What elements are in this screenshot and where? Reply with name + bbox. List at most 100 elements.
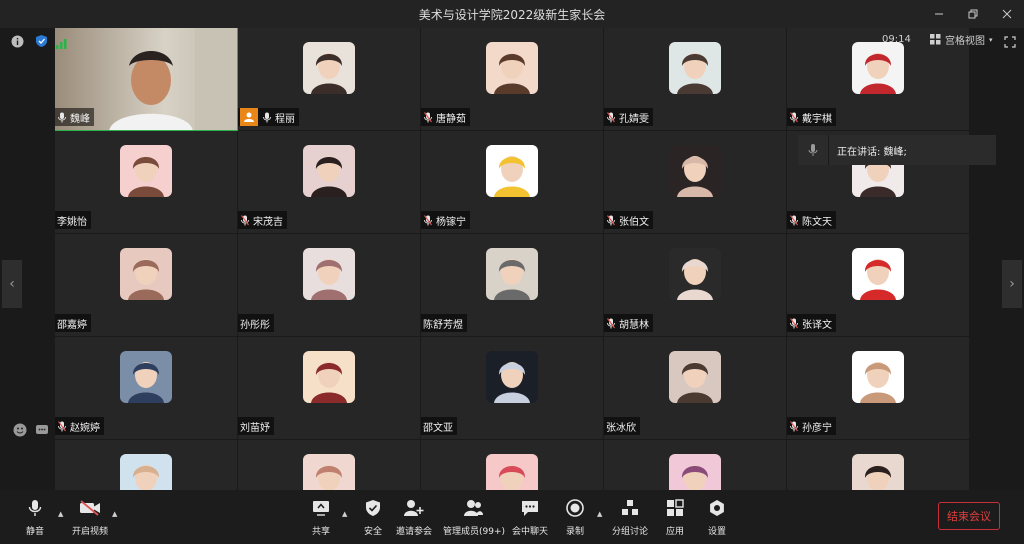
participant-name: 刘苗妤 (240, 422, 270, 434)
security-button[interactable]: 安全 (362, 498, 384, 537)
shield-icon[interactable] (34, 34, 48, 48)
participant-tile[interactable]: 赵婉婷 (55, 337, 238, 440)
title-bar: 美术与设计学院2022级新生家长会 (0, 0, 1024, 28)
participant-tile[interactable]: 唐静茹 (421, 28, 604, 131)
audio-options-caret[interactable]: ▲ (58, 510, 63, 518)
next-page-button[interactable]: › (1002, 260, 1022, 308)
mic-muted-icon (606, 317, 616, 329)
participant-name: 宋茂吉 (253, 216, 283, 228)
chat-button[interactable]: 会中聊天 (512, 498, 548, 537)
minimize-button[interactable] (922, 0, 956, 28)
participant-tile[interactable]: 刘苗妤 (238, 337, 421, 440)
breakout-label: 分组讨论 (612, 527, 649, 537)
participant-name-tag: 戴宇棋 (787, 108, 836, 126)
participant-avatar (669, 351, 721, 403)
start-video-button[interactable]: 开启视频 (72, 498, 108, 537)
participant-tile[interactable]: 张译文 (787, 234, 970, 337)
mute-button[interactable]: 静音 (24, 498, 46, 537)
share-options-caret[interactable]: ▲ (342, 510, 347, 518)
participant-tile[interactable]: 孔婧雯 (604, 28, 787, 131)
meeting-info-icons (10, 34, 48, 48)
video-label: 开启视频 (72, 527, 109, 537)
participant-tile[interactable] (421, 440, 604, 490)
participant-tile[interactable]: 程丽 (238, 28, 421, 131)
microphone-icon (24, 498, 46, 518)
participant-name-tag: 孔婧雯 (604, 108, 653, 126)
shield-icon (362, 498, 384, 518)
meeting-toolbar: 静音 ▲ 开启视频 ▲ 共享 ▲ 安全 邀请参会 管理成员(99+) 会中聊天 … (0, 490, 1024, 544)
microphone-icon (262, 111, 272, 123)
participant-tile[interactable]: 邵文亚 (421, 337, 604, 440)
mic-muted-icon (789, 420, 799, 432)
mic-muted-icon (789, 214, 799, 226)
participant-avatar (852, 248, 904, 300)
record-button[interactable]: 录制 (564, 498, 586, 537)
participant-tile[interactable]: 李姚怡 (55, 131, 238, 234)
restore-button[interactable] (956, 0, 990, 28)
settings-button[interactable]: 设置 (706, 498, 728, 537)
participant-tile[interactable]: 邵嘉婷 (55, 234, 238, 337)
participant-name: 邵文亚 (423, 422, 453, 434)
participant-name: 孙彤彤 (240, 319, 270, 331)
participant-name: 张伯文 (619, 216, 649, 228)
previous-page-button[interactable]: ‹ (2, 260, 22, 308)
gear-icon (706, 498, 728, 518)
settings-label: 设置 (707, 527, 726, 537)
participant-tile[interactable]: 杨镓宁 (421, 131, 604, 234)
participant-tile[interactable]: 孙彦宁 (787, 337, 970, 440)
participant-tile[interactable]: 张冰欣 (604, 337, 787, 440)
info-icon[interactable] (10, 34, 24, 48)
participant-name-tag: 杨镓宁 (421, 211, 470, 229)
participant-avatar (486, 145, 538, 197)
participant-tile[interactable] (238, 440, 421, 490)
participant-tile[interactable] (787, 440, 970, 490)
participant-name: 赵婉婷 (70, 422, 100, 434)
participant-tile[interactable]: 胡慧林 (604, 234, 787, 337)
participant-tile[interactable]: 魏峰 (55, 28, 238, 131)
participant-name-tag: 孙彦宁 (787, 417, 836, 435)
breakout-button[interactable]: 分组讨论 (612, 498, 648, 537)
participant-tile[interactable] (604, 440, 787, 490)
apps-label: 应用 (665, 527, 684, 537)
participant-name: 魏峰 (70, 113, 90, 125)
close-icon (1002, 9, 1012, 19)
mute-label: 静音 (25, 527, 44, 537)
end-meeting-button[interactable]: 结束会议 (938, 502, 1000, 530)
fullscreen-button[interactable] (1004, 33, 1016, 52)
invite-button[interactable]: 邀请参会 (396, 498, 432, 537)
chevron-left-icon: ‹ (9, 276, 15, 292)
participant-avatar (486, 454, 538, 490)
participant-avatar (303, 42, 355, 94)
participant-avatar (303, 145, 355, 197)
signal-strength-icon (56, 34, 68, 53)
speaking-text: 正在讲话: 魏峰; (837, 146, 907, 158)
manage-participants-button[interactable]: 管理成员(99+) (443, 498, 505, 537)
gallery-view-button[interactable]: 宫格视图 ▾ (930, 32, 993, 47)
grid-icon (930, 34, 941, 45)
reaction-bar (12, 422, 50, 438)
participant-name-tag: 胡慧林 (604, 314, 653, 332)
record-options-caret[interactable]: ▲ (597, 510, 602, 518)
add-user-icon (403, 498, 425, 518)
view-label: 宫格视图 (945, 36, 985, 47)
participant-tile[interactable] (55, 440, 238, 490)
participant-tile[interactable]: 宋茂吉 (238, 131, 421, 234)
security-label: 安全 (363, 527, 382, 537)
participant-avatar (303, 248, 355, 300)
emoji-icon[interactable] (12, 422, 28, 438)
participant-tile[interactable]: 陈舒芳煜 (421, 234, 604, 337)
apps-button[interactable]: 应用 (664, 498, 686, 537)
share-button[interactable]: 共享 (310, 498, 332, 537)
participant-tile[interactable]: 张伯文 (604, 131, 787, 234)
comment-icon[interactable] (34, 422, 50, 438)
participant-name: 程丽 (275, 113, 295, 125)
participant-name-tag: 刘苗妤 (238, 417, 274, 435)
close-button[interactable] (990, 0, 1024, 28)
video-options-caret[interactable]: ▲ (112, 510, 117, 518)
participant-name: 李姚怡 (57, 216, 87, 228)
mic-muted-icon (606, 214, 616, 226)
participant-tile[interactable]: 孙彤彤 (238, 234, 421, 337)
apps-icon (664, 498, 686, 518)
participant-name-tag: 李姚怡 (55, 211, 91, 229)
record-label: 录制 (565, 527, 584, 537)
